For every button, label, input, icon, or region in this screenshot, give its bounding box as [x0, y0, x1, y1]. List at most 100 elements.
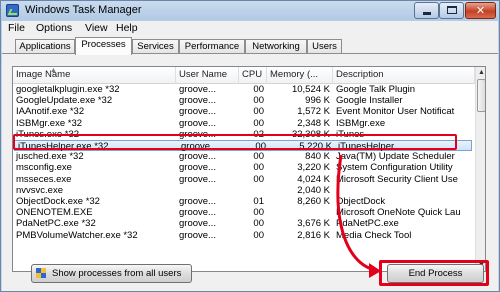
process-row[interactable]: ObjectDock.exe *32 groove... 01 8,260 K Obje… — [13, 196, 475, 207]
cell-cpu: 00 — [253, 173, 264, 185]
column-description[interactable]: Description — [333, 67, 475, 84]
menu-file[interactable]: File — [8, 22, 25, 34]
cell-cpu: 00 — [253, 95, 264, 107]
cell-desc: Microsoft Security Client Use — [336, 173, 458, 185]
column-memory[interactable]: Memory (... — [267, 67, 333, 84]
menu-options[interactable]: Options — [36, 22, 72, 34]
process-row[interactable]: PMBVolumeWatcher.exe *32 groove... 00 2,816… — [13, 230, 475, 241]
cell-cpu: 00 — [253, 151, 264, 163]
tab-processes[interactable]: Processes — [75, 37, 132, 55]
cell-name: PdaNetPC.exe *32 — [16, 218, 96, 230]
tab-users[interactable]: Users — [307, 39, 342, 54]
tab-performance[interactable]: Performance — [179, 39, 245, 54]
end-process-highlight-annotation — [379, 260, 489, 286]
cell-cpu: 00 — [253, 207, 264, 219]
cell-name: ONENOTEM.EXE — [16, 207, 93, 219]
cell-desc: Google Installer — [336, 95, 403, 107]
process-row[interactable]: ONENOTEM.EXE groove... 00 Microsoft OneNote… — [13, 207, 475, 218]
minimize-icon — [423, 12, 431, 15]
menu-help[interactable]: Help — [116, 22, 138, 34]
cell-name: msseces.exe — [16, 173, 72, 185]
minimize-button[interactable] — [414, 2, 439, 19]
sort-ascending-icon: ▲ — [50, 67, 57, 74]
cell-desc: Microsoft OneNote Quick Lau — [336, 207, 461, 219]
task-manager-icon — [6, 4, 19, 17]
cell-cpu: 00 — [253, 106, 264, 118]
tab-applications[interactable]: Applications — [15, 39, 75, 54]
cell-desc: ObjectDock — [336, 196, 386, 207]
cell-user: groove... — [179, 207, 216, 219]
cell-desc: System Configuration Utility — [336, 162, 453, 174]
cell-cpu: 00 — [253, 117, 264, 129]
process-row[interactable]: jusched.exe *32 groove... 00 840 K Java(TM) … — [13, 151, 475, 162]
cell-name: IAAnotif.exe *32 — [16, 106, 85, 118]
close-button[interactable]: ✕ — [465, 2, 496, 19]
cell-mem: 3,676 K — [297, 218, 330, 230]
cell-name: ObjectDock.exe *32 — [16, 196, 100, 207]
cell-name: googletalkplugin.exe *32 — [16, 84, 120, 95]
column-user-name[interactable]: User Name — [176, 67, 239, 84]
cell-desc: Google Talk Plugin — [336, 84, 416, 95]
process-row[interactable]: nvvsvc.exe 2,040 K — [13, 185, 475, 196]
column-image-name[interactable]: ▲ Image Name — [13, 67, 176, 84]
cell-mem: 840 K — [305, 151, 330, 163]
tab-strip: Applications Processes Services Performa… — [2, 36, 498, 55]
cell-mem: 10,524 K — [291, 84, 330, 95]
cell-user: groove... — [179, 229, 216, 241]
cell-mem: 2,816 K — [297, 229, 330, 241]
show-all-processes-label: Show processes from all users — [52, 268, 182, 279]
column-image-name-label: Image Name — [16, 69, 71, 80]
cell-user: groove... — [179, 196, 216, 207]
close-icon: ✕ — [475, 5, 486, 17]
cell-user: groove... — [179, 173, 216, 185]
process-list[interactable]: ▲ Image Name User Name CPU Memory (... D… — [12, 66, 486, 272]
column-header: ▲ Image Name User Name CPU Memory (... D… — [13, 67, 475, 84]
cell-name: nvvsvc.exe — [16, 184, 63, 196]
process-row[interactable]: msseces.exe groove... 00 4,024 K Microsoft S… — [13, 174, 475, 185]
scroll-up-icon[interactable]: ▲ — [476, 67, 485, 78]
cell-user: groove... — [179, 117, 216, 129]
cell-mem: 4,024 K — [297, 173, 330, 185]
cell-desc: Java(TM) Update Scheduler — [336, 151, 455, 163]
cell-mem: 996 K — [305, 95, 330, 107]
maximize-button[interactable] — [439, 2, 464, 19]
task-manager-window: Windows Task Manager ✕ File Options View… — [0, 0, 500, 292]
cell-name: msconfig.exe — [16, 162, 72, 174]
process-row[interactable]: PdaNetPC.exe *32 groove... 00 3,676 K PdaNet… — [13, 218, 475, 229]
cell-name: ISBMgr.exe *32 — [16, 117, 83, 129]
process-row[interactable]: ISBMgr.exe *32 groove... 00 2,348 K ISBMgr.e… — [13, 118, 475, 129]
column-cpu[interactable]: CPU — [239, 67, 267, 84]
processes-panel: ▲ Image Name User Name CPU Memory (... D… — [2, 53, 498, 291]
scroll-thumb[interactable] — [477, 79, 485, 112]
show-all-processes-button[interactable]: Show processes from all users — [31, 264, 192, 283]
process-row[interactable]: googletalkplugin.exe *32 groove... 00 10,52… — [13, 84, 475, 95]
title-bar[interactable]: Windows Task Manager ✕ — [1, 1, 499, 21]
process-row[interactable]: GoogleUpdate.exe *32 groove... 00 996 K Goog… — [13, 95, 475, 106]
cell-desc: Media Check Tool — [336, 229, 412, 241]
cell-desc: Event Monitor User Notificat — [336, 106, 455, 118]
cell-cpu: 00 — [253, 229, 264, 241]
cell-name: GoogleUpdate.exe *32 — [16, 95, 113, 107]
vertical-scrollbar[interactable]: ▲ ▼ — [475, 67, 485, 271]
cell-user: groove... — [179, 106, 216, 118]
process-row[interactable]: msconfig.exe groove... 00 3,220 K System Con… — [13, 162, 475, 173]
maximize-icon — [447, 6, 457, 14]
window-title: Windows Task Manager — [25, 4, 142, 16]
cell-cpu: 00 — [253, 218, 264, 230]
cell-mem: 3,220 K — [297, 162, 330, 174]
menu-view[interactable]: View — [85, 22, 108, 34]
cell-user: groove... — [179, 84, 216, 95]
cell-mem: 8,260 K — [297, 196, 330, 207]
cell-user: groove... — [179, 151, 216, 163]
cell-user: groove... — [179, 218, 216, 230]
process-row[interactable]: IAAnotif.exe *32 groove... 00 1,572 K Event … — [13, 106, 475, 117]
cell-cpu: 00 — [253, 162, 264, 174]
tab-services[interactable]: Services — [132, 39, 179, 54]
tab-networking[interactable]: Networking — [245, 39, 307, 54]
cell-desc: ISBMgr.exe — [336, 117, 386, 129]
cell-mem: 1,572 K — [297, 106, 330, 118]
cell-cpu: 00 — [253, 84, 264, 95]
cell-user: groove... — [179, 162, 216, 174]
cell-desc: PdaNetPC.exe — [336, 218, 399, 230]
cell-name: PMBVolumeWatcher.exe *32 — [16, 229, 138, 241]
